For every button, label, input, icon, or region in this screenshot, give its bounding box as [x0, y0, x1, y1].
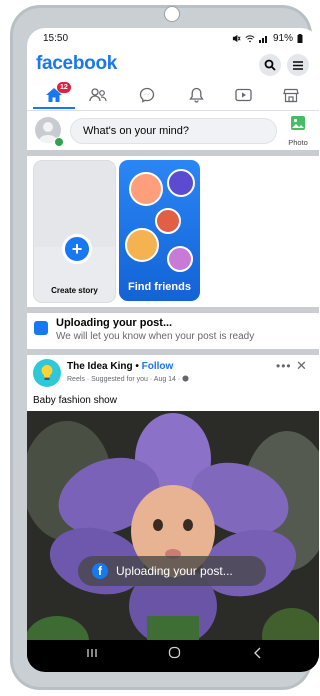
post-composer: What's on your mind? Photo	[27, 111, 319, 149]
friend-illustration	[129, 172, 163, 206]
globe-icon	[182, 375, 189, 382]
post-image[interactable]	[27, 411, 319, 666]
battery-percent: 91%	[272, 33, 293, 44]
post-meta-text: Reels · Suggested for you · Aug 14 ·	[67, 376, 181, 383]
status-bar: 15:50 91%	[27, 28, 319, 50]
home-circle-icon	[168, 646, 181, 659]
photo-label: Photo	[288, 138, 308, 147]
name-separator: •	[132, 361, 142, 372]
search-button[interactable]	[259, 54, 281, 76]
more-options-button[interactable]: •••	[276, 359, 292, 373]
online-status-dot	[54, 137, 64, 147]
recent-apps-icon	[87, 649, 97, 657]
photo-button[interactable]: Photo	[285, 115, 311, 147]
camera-dot	[165, 7, 179, 21]
composer-input[interactable]: What's on your mind?	[70, 118, 277, 144]
plus-icon: +	[62, 234, 92, 264]
composer-placeholder: What's on your mind?	[83, 125, 190, 137]
home-button[interactable]	[168, 646, 181, 662]
toast-text: Uploading your post...	[116, 564, 233, 578]
tab-bar: 12	[27, 80, 319, 111]
facebook-icon: f	[92, 563, 108, 579]
menu-button[interactable]	[287, 54, 309, 76]
facebook-logo[interactable]: facebook	[36, 53, 117, 75]
video-icon	[234, 88, 252, 102]
follow-link[interactable]: Follow	[142, 361, 174, 372]
find-friends-label: Find friends	[128, 281, 191, 293]
create-story-label: Create story	[51, 286, 98, 295]
post-caption: Baby fashion show	[33, 395, 117, 406]
upload-title: Uploading your post...	[56, 317, 173, 329]
marketplace-icon	[283, 88, 299, 102]
create-story-card[interactable]: + Create story	[33, 160, 116, 303]
author-avatar[interactable]	[33, 359, 61, 387]
post-author[interactable]: The Idea King	[67, 361, 133, 372]
tab-notifications[interactable]	[183, 83, 209, 107]
feed-post: The Idea King • Follow Reels · Suggested…	[27, 355, 319, 672]
find-friends-card[interactable]: Find friends	[119, 160, 200, 301]
lightbulb-icon	[41, 365, 53, 380]
tab-messenger[interactable]	[134, 83, 160, 107]
active-tab-indicator	[33, 107, 75, 109]
tab-marketplace[interactable]	[278, 83, 304, 107]
upload-banner: Uploading your post... We will let you k…	[27, 313, 319, 349]
wifi-icon	[245, 35, 255, 43]
back-icon	[254, 647, 261, 659]
close-button[interactable]: ✕	[296, 358, 307, 374]
friend-illustration	[167, 246, 193, 272]
menu-icon	[293, 60, 303, 70]
app-header: facebook	[27, 50, 319, 80]
mute-icon	[232, 34, 241, 43]
home-badge: 12	[57, 82, 71, 93]
tab-home[interactable]: 12	[41, 82, 71, 107]
search-icon	[264, 59, 276, 71]
friends-icon	[89, 88, 107, 102]
system-nav-bar	[27, 640, 319, 672]
photo-icon	[291, 116, 305, 130]
back-button[interactable]	[252, 646, 262, 662]
recent-apps-button[interactable]	[86, 646, 98, 662]
upload-toast: f Uploading your post...	[78, 556, 266, 586]
status-icons: 91%	[232, 33, 303, 44]
friend-illustration	[155, 208, 181, 234]
upload-icon	[34, 321, 48, 335]
notifications-icon	[188, 87, 204, 103]
battery-icon	[297, 34, 303, 43]
signal-icon	[258, 36, 267, 43]
stories-tray: + Create story Find friends	[27, 156, 319, 306]
post-author-line: The Idea King • Follow	[67, 361, 173, 372]
friend-illustration	[125, 228, 159, 262]
phone-screen: 15:50 91% facebook 12 What's on your min…	[27, 28, 319, 672]
tab-video[interactable]	[230, 83, 256, 107]
post-meta: Reels · Suggested for you · Aug 14 ·	[67, 375, 189, 383]
friend-illustration	[167, 169, 195, 197]
tab-friends[interactable]	[85, 83, 111, 107]
messenger-icon	[139, 87, 155, 103]
baby-flower-costume-image	[27, 411, 319, 666]
upload-subtitle: We will let you know when your post is r…	[56, 331, 255, 342]
status-time: 15:50	[43, 33, 69, 44]
